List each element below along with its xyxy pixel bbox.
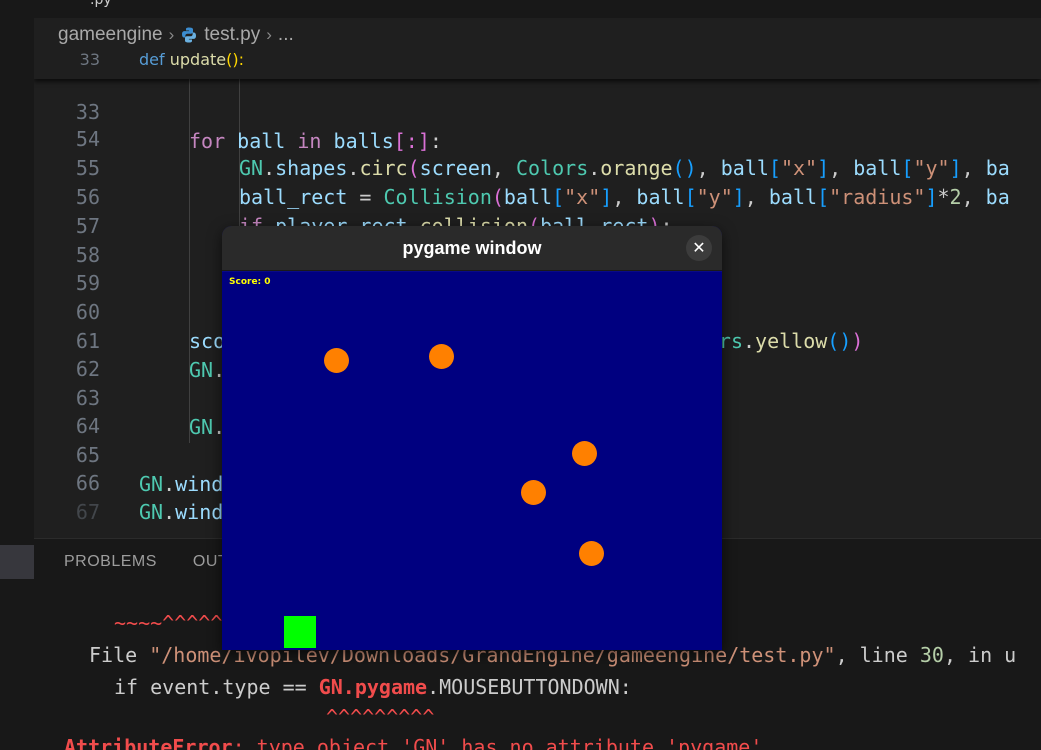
breadcrumb-folder[interactable]: gameengine bbox=[58, 24, 163, 46]
python-file-icon bbox=[182, 27, 197, 43]
game-canvas[interactable]: Score: 0 bbox=[222, 272, 722, 650]
breadcrumb-more[interactable]: ... bbox=[278, 24, 294, 46]
code-text: def update(): bbox=[139, 50, 244, 69]
sticky-scroll-line[interactable]: 33 def update(): bbox=[34, 50, 1041, 79]
player-square bbox=[284, 616, 316, 648]
code-line: 54 GN.shapes.circ(screen, Colors.orange(… bbox=[34, 96, 1041, 180]
close-icon[interactable]: ✕ bbox=[686, 235, 712, 261]
orange-ball bbox=[572, 441, 597, 466]
tab-problems[interactable]: PROBLEMS bbox=[64, 553, 157, 571]
orange-ball bbox=[579, 541, 604, 566]
terminal-traceback-code: if event.type == GN.pygame.MOUSEBUTTONDO… bbox=[114, 675, 632, 699]
activity-bar bbox=[0, 0, 34, 750]
line-number: 67 bbox=[75, 500, 100, 524]
code-line: 56 if player_rect.collision(ball_rect): bbox=[34, 154, 1041, 238]
orange-ball bbox=[521, 480, 546, 505]
chevron-right-icon: › bbox=[168, 25, 175, 44]
window-titlebar[interactable]: pygame window ✕ bbox=[222, 226, 722, 271]
code-line: 55 ball_rect = Collision(ball["x"], ball… bbox=[34, 125, 1041, 209]
line-number: 33 bbox=[79, 50, 100, 69]
window-title: pygame window bbox=[402, 238, 542, 258]
code-line: 57 balls.remove(ball) bbox=[34, 183, 1041, 267]
score-text: Score: 0 bbox=[229, 277, 271, 287]
terminal-error-line: AttributeError: type object 'GN' has no … bbox=[64, 735, 763, 750]
terminal-carets-under: ^^^^^^^^^ bbox=[326, 705, 435, 729]
pygame-window[interactable]: pygame window ✕ Score: 0 bbox=[222, 226, 722, 650]
orange-ball bbox=[429, 344, 454, 369]
breadcrumb: gameengine › test.py › ... bbox=[58, 22, 294, 48]
activity-bar-active-item[interactable] bbox=[0, 545, 34, 579]
chevron-right-icon: › bbox=[266, 25, 272, 44]
breadcrumb-file[interactable]: test.py bbox=[204, 24, 260, 46]
editor-tab-bar: .py bbox=[34, 0, 1041, 18]
orange-ball bbox=[324, 348, 349, 373]
terminal-carets: ~~~~^^^^^ bbox=[114, 611, 223, 635]
editor-tab-label[interactable]: .py bbox=[90, 0, 112, 8]
